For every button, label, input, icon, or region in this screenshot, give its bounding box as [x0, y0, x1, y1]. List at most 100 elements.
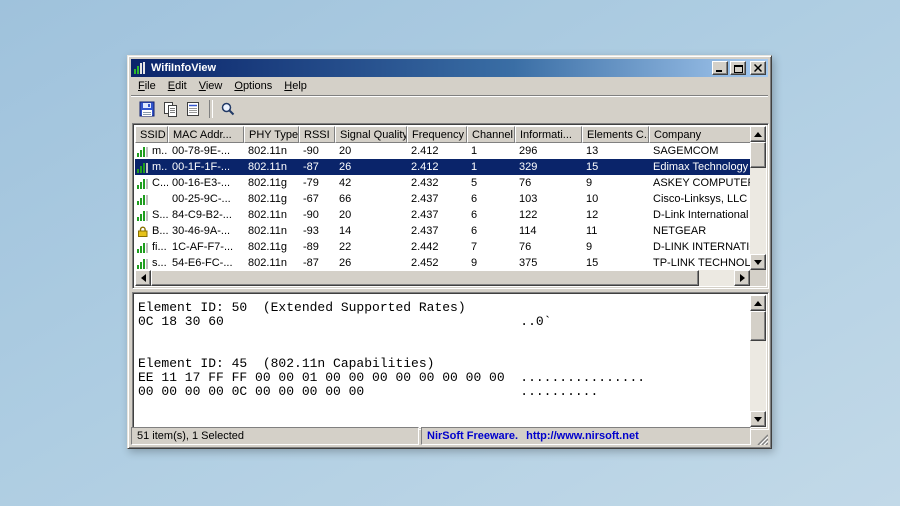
detail-scroll-up-button[interactable]	[750, 295, 766, 311]
menu-item-file[interactable]: File	[132, 78, 162, 94]
table-row[interactable]: S...84-C9-B2-...802.11n-90202.437612212D…	[135, 207, 750, 223]
cell-mac-address: 84-C9-B2-...	[168, 207, 244, 223]
signal-icon	[137, 210, 149, 221]
menu-item-edit[interactable]: Edit	[162, 78, 193, 94]
cell-company: Edimax Technology	[649, 159, 750, 175]
cell-frequency: 2.437	[407, 191, 467, 207]
cell-information-size: 296	[515, 143, 582, 159]
cell-elements-count: 15	[582, 159, 649, 175]
cell-rssi: -87	[299, 159, 335, 175]
cell-ssid: fi...	[135, 239, 168, 255]
maximize-button[interactable]	[730, 61, 746, 75]
table-hscrollbar[interactable]	[135, 270, 750, 286]
cell-frequency: 2.412	[407, 159, 467, 175]
table-row[interactable]: m...00-78-9E-...802.11n-90202.412129613S…	[135, 143, 750, 159]
menu-bar: File Edit View Options Help	[131, 77, 768, 95]
cell-signal-quality: 26	[335, 159, 407, 175]
toolbar	[131, 95, 768, 121]
network-list: SSIDMAC Addr...PHY TypeRSSISignal Qualit…	[132, 123, 769, 289]
cell-ssid: C...	[135, 175, 168, 191]
column-header-signal-quality[interactable]: Signal Quality	[335, 126, 407, 143]
cell-information-size: 375	[515, 255, 582, 270]
cell-frequency: 2.432	[407, 175, 467, 191]
cell-signal-quality: 22	[335, 239, 407, 255]
cell-mac-address: 1C-AF-F7-...	[168, 239, 244, 255]
column-header-phy-type[interactable]: PHY Type	[244, 126, 299, 143]
cell-frequency: 2.412	[407, 143, 467, 159]
cell-channel: 6	[467, 223, 515, 239]
table-row[interactable]: fi...1C-AF-F7-...802.11g-89222.4427769D-…	[135, 239, 750, 255]
lock-icon	[137, 226, 149, 237]
table-row[interactable]: s...54-E6-FC-...802.11n-87262.452937515T…	[135, 255, 750, 270]
signal-icon	[137, 258, 149, 269]
menu-item-help[interactable]: Help	[278, 78, 313, 94]
scroll-down-button[interactable]	[750, 254, 766, 270]
cell-frequency: 2.437	[407, 207, 467, 223]
status-items-text: 51 item(s), 1 Selected	[137, 430, 244, 442]
minimize-button[interactable]	[712, 61, 728, 75]
vscroll-thumb[interactable]	[750, 142, 766, 168]
cell-company: ASKEY COMPUTER C	[649, 175, 750, 191]
hscroll-track[interactable]	[699, 270, 734, 286]
cell-channel: 5	[467, 175, 515, 191]
column-header-information-size[interactable]: Informati...	[515, 126, 582, 143]
close-button[interactable]	[750, 61, 766, 75]
scroll-right-button[interactable]	[734, 270, 750, 286]
find-icon[interactable]	[217, 99, 238, 119]
window-title: WifiInfoView	[151, 62, 710, 74]
cell-mac-address: 00-78-9E-...	[168, 143, 244, 159]
app-icon	[133, 61, 147, 75]
cell-elements-count: 10	[582, 191, 649, 207]
table-rows: m...00-78-9E-...802.11n-90202.412129613S…	[135, 143, 750, 270]
scroll-up-button[interactable]	[750, 126, 766, 142]
cell-rssi: -90	[299, 207, 335, 223]
cell-information-size: 76	[515, 239, 582, 255]
detail-vscrollbar[interactable]	[750, 295, 766, 427]
column-header-company[interactable]: Company	[649, 126, 750, 143]
report-icon[interactable]	[182, 99, 203, 119]
table-vscrollbar[interactable]	[750, 126, 766, 270]
menu-item-view[interactable]: View	[193, 78, 229, 94]
copy-icon[interactable]	[159, 99, 180, 119]
hscroll-thumb[interactable]	[151, 270, 699, 286]
scroll-left-button[interactable]	[135, 270, 151, 286]
cell-channel: 1	[467, 143, 515, 159]
ssid-text: S...	[152, 209, 168, 221]
vscroll-track[interactable]	[750, 168, 766, 254]
cell-mac-address: 30-46-9A-...	[168, 223, 244, 239]
column-header-frequency[interactable]: Frequency	[407, 126, 467, 143]
cell-mac-address: 00-16-E3-...	[168, 175, 244, 191]
table-row[interactable]: m...00-1F-1F-...802.11n-87262.412132915E…	[135, 159, 750, 175]
signal-icon	[137, 194, 149, 205]
cell-company: NETGEAR	[649, 223, 750, 239]
cell-mac-address: 00-1F-1F-...	[168, 159, 244, 175]
column-header-ssid[interactable]: SSID	[135, 126, 168, 143]
table-row[interactable]: C...00-16-E3-...802.11g-79422.4325769ASK…	[135, 175, 750, 191]
detail-scroll-down-button[interactable]	[750, 411, 766, 427]
table-row[interactable]: 00-25-9C-...802.11g-67662.437610310Cisco…	[135, 191, 750, 207]
column-header-mac-address[interactable]: MAC Addr...	[168, 126, 244, 143]
cell-signal-quality: 42	[335, 175, 407, 191]
ssid-text: m...	[152, 145, 168, 157]
table-row[interactable]: B...30-46-9A-...802.11n-93142.437611411N…	[135, 223, 750, 239]
title-bar[interactable]: WifiInfoView	[131, 59, 768, 77]
cell-phy-type: 802.11n	[244, 223, 299, 239]
save-icon[interactable]	[136, 99, 157, 119]
table-header: SSIDMAC Addr...PHY TypeRSSISignal Qualit…	[135, 126, 750, 143]
status-brand-panel: NirSoft Freeware. http://www.nirsoft.net	[421, 427, 751, 445]
menu-item-options[interactable]: Options	[228, 78, 278, 94]
column-header-elements-count[interactable]: Elements C...	[582, 126, 649, 143]
detail-text: Element ID: 50 (Extended Supported Rates…	[136, 295, 749, 426]
nirsoft-link[interactable]: http://www.nirsoft.net	[526, 430, 639, 442]
cell-mac-address: 00-25-9C-...	[168, 191, 244, 207]
detail-vscroll-thumb[interactable]	[750, 311, 766, 341]
ssid-text: B...	[152, 225, 168, 237]
detail-vscroll-track[interactable]	[750, 341, 766, 411]
resize-grip[interactable]	[753, 427, 768, 445]
column-header-rssi[interactable]: RSSI	[299, 126, 335, 143]
column-header-channel[interactable]: Channel	[467, 126, 515, 143]
cell-phy-type: 802.11n	[244, 159, 299, 175]
cell-channel: 6	[467, 191, 515, 207]
cell-rssi: -87	[299, 255, 335, 270]
cell-company: D-LINK INTERNATIO	[649, 239, 750, 255]
